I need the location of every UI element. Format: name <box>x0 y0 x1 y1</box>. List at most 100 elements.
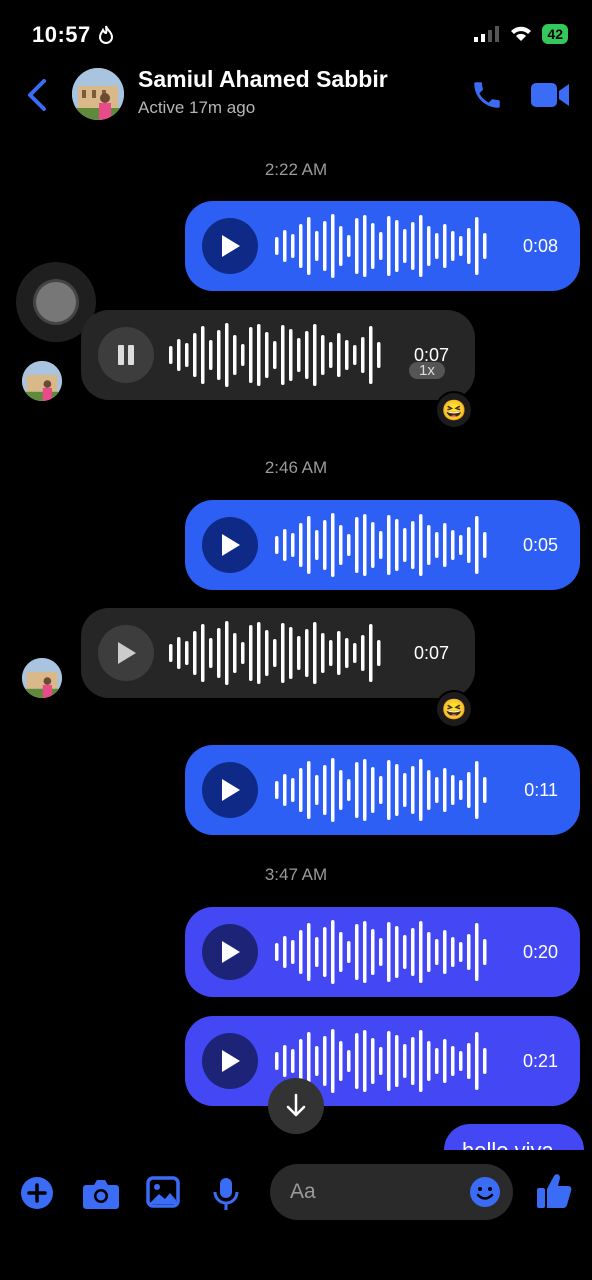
waveform-bar <box>315 937 319 967</box>
focus-flame-icon <box>99 25 114 44</box>
contact-avatar[interactable] <box>72 68 124 120</box>
sender-avatar[interactable] <box>22 658 62 698</box>
waveform-bar <box>283 936 287 968</box>
waveform-bar <box>275 1052 279 1070</box>
waveform-bar <box>483 532 487 558</box>
scroll-to-bottom-button[interactable] <box>268 1078 324 1134</box>
waveform-bar <box>201 326 205 384</box>
waveform-bar <box>329 342 333 368</box>
waveform-bar <box>185 343 189 367</box>
waveform-bar <box>377 640 381 666</box>
waveform-bar <box>443 1039 447 1083</box>
contact-active-status: Active 17m ago <box>138 98 256 117</box>
audio-waveform[interactable] <box>275 512 495 578</box>
waveform-bar <box>363 759 367 821</box>
audio-waveform[interactable] <box>275 213 495 279</box>
waveform-bar <box>305 629 309 677</box>
waveform-bar <box>275 781 279 799</box>
waveform-bar <box>347 1050 351 1072</box>
waveform-bar <box>395 764 399 816</box>
voice-message-incoming[interactable]: 0:07 1x <box>81 310 475 400</box>
message-input[interactable]: Aa <box>270 1164 513 1220</box>
waveform-bar <box>387 1031 391 1091</box>
waveform-bar <box>379 938 383 966</box>
waveform-bar <box>257 324 261 386</box>
phone-call-icon[interactable] <box>470 78 504 112</box>
emoji-icon[interactable] <box>469 1176 501 1208</box>
waveform-bar <box>299 930 303 974</box>
play-button[interactable] <box>202 517 258 573</box>
waveform-bar <box>387 515 391 575</box>
waveform-bar <box>459 942 463 962</box>
waveform-bar <box>323 520 327 570</box>
waveform-bar <box>395 1035 399 1087</box>
waveform-bar <box>291 1049 295 1073</box>
play-button[interactable] <box>202 218 258 274</box>
waveform-bar <box>315 1046 319 1076</box>
waveform-bar <box>233 335 237 375</box>
audio-waveform[interactable] <box>275 919 495 985</box>
waveform-bar <box>331 214 335 278</box>
waveform-bar <box>419 1030 423 1092</box>
play-button[interactable] <box>202 924 258 980</box>
add-plus-icon[interactable] <box>20 1176 54 1210</box>
microphone-icon[interactable] <box>212 1176 240 1212</box>
voice-message-outgoing[interactable]: 0:21 <box>185 1016 580 1106</box>
waveform-bar <box>395 519 399 571</box>
waveform-bar <box>379 531 383 559</box>
waveform-bar <box>169 644 173 662</box>
audio-waveform[interactable] <box>169 322 389 388</box>
camera-icon[interactable] <box>82 1176 120 1210</box>
waveform-bar <box>403 773 407 807</box>
playback-speed-button[interactable]: 1x <box>409 362 445 379</box>
sender-avatar[interactable] <box>22 361 62 401</box>
voice-message-outgoing[interactable]: 0:11 <box>185 745 580 835</box>
waveform-bar <box>339 932 343 972</box>
waveform-bar <box>193 631 197 675</box>
waveform-bar <box>299 224 303 268</box>
waveform-bar <box>435 1048 439 1074</box>
waveform-bar <box>443 523 447 567</box>
gallery-image-icon[interactable] <box>146 1176 180 1208</box>
waveform-bar <box>209 638 213 668</box>
voice-message-incoming[interactable]: 0:07 <box>81 608 475 698</box>
voice-message-outgoing[interactable]: 0:08 <box>185 201 580 291</box>
waveform-bar <box>347 941 351 963</box>
waveform-bar <box>289 627 293 679</box>
waveform-bar <box>371 1038 375 1084</box>
contact-name[interactable]: Samiul Ahamed Sabbir <box>138 66 388 93</box>
pause-button[interactable] <box>98 327 154 383</box>
waveform-bar <box>363 215 367 277</box>
waveform-bar <box>337 333 341 377</box>
waveform-bar <box>467 527 471 563</box>
play-icon <box>222 779 240 801</box>
waveform-bar <box>363 514 367 576</box>
play-button[interactable] <box>202 762 258 818</box>
waveform-bar <box>307 217 311 275</box>
waveform-bar <box>331 513 335 577</box>
voice-message-outgoing[interactable]: 0:05 <box>185 500 580 590</box>
audio-waveform[interactable] <box>169 620 389 686</box>
reaction-badge[interactable]: 😆 <box>435 690 473 728</box>
waveform-bar <box>475 1032 479 1090</box>
back-chevron-icon[interactable] <box>24 78 50 112</box>
waveform-bar <box>331 920 335 984</box>
waveform-bar <box>467 1043 471 1079</box>
waveform-bar <box>427 226 431 266</box>
voice-message-outgoing[interactable]: 0:20 <box>185 907 580 997</box>
waveform-bar <box>363 1030 367 1092</box>
thumbs-up-icon[interactable] <box>536 1172 572 1210</box>
video-call-icon[interactable] <box>530 80 570 110</box>
waveform-bar <box>299 523 303 567</box>
play-icon <box>118 642 136 664</box>
waveform-bar <box>403 935 407 969</box>
play-button[interactable] <box>202 1033 258 1089</box>
play-button[interactable] <box>98 625 154 681</box>
waveform-bar <box>361 635 365 671</box>
waveform-bar <box>361 337 365 373</box>
waveform-bar <box>347 779 351 801</box>
waveform-bar <box>427 525 431 565</box>
waveform-bar <box>177 339 181 371</box>
reaction-badge[interactable]: 😆 <box>435 391 473 429</box>
audio-waveform[interactable] <box>275 757 495 823</box>
